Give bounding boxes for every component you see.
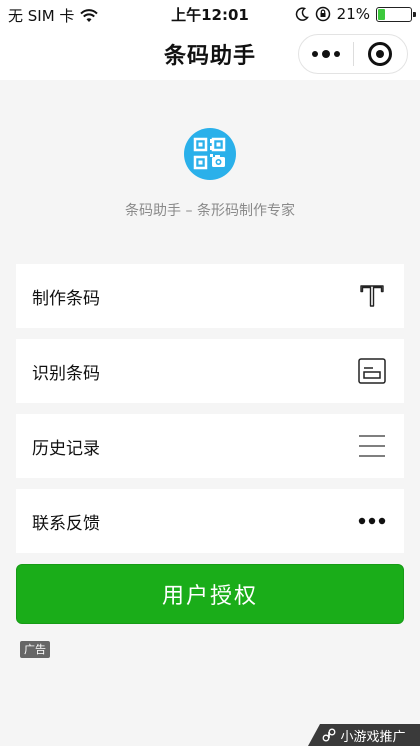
menu-item-label: 历史记录 [32,438,100,459]
qr-camera-icon [193,137,226,170]
battery-percent: 21% [336,5,370,23]
menu-item-scan-barcode[interactable]: 识别条码 [16,339,404,403]
menu-item-label: 制作条码 [32,288,100,309]
user-authorize-button[interactable]: 用户授权 [16,564,404,624]
mini-game-label: 小游戏推广 [340,729,406,745]
battery-icon [376,6,416,22]
mini-game-promo[interactable]: 小游戏推广 [308,724,420,746]
mini-program-link-icon [323,728,336,742]
scan-frame-icon [358,357,386,385]
text-t-icon [358,282,386,310]
nav-bar: 条码助手 [0,28,420,80]
rotation-lock-icon [315,6,330,22]
menu-item-history[interactable]: 历史记录 [16,414,404,478]
mini-program-capsule [298,34,408,74]
battery-fill [378,8,385,20]
more-dots-icon [358,507,386,535]
menu-item-feedback[interactable]: 联系反馈 [16,489,404,553]
app-subtitle: 条码助手 – 条形码制作专家 [125,203,295,219]
more-button[interactable] [299,35,353,73]
status-right: 21% [295,5,416,23]
close-mini-program-button[interactable] [354,35,408,73]
target-icon [368,42,393,66]
menu-item-create-barcode[interactable]: 制作条码 [16,264,404,328]
menu-item-label: 联系反馈 [32,513,100,534]
more-dots-icon [311,50,340,58]
menu-item-label: 识别条码 [32,363,100,384]
app-logo [184,128,236,180]
moon-icon [295,7,309,21]
status-bar: 无 SIM 卡 上午12:01 21% [0,0,420,28]
ad-badge: 广告 [20,641,50,658]
list-lines-icon [358,432,386,460]
